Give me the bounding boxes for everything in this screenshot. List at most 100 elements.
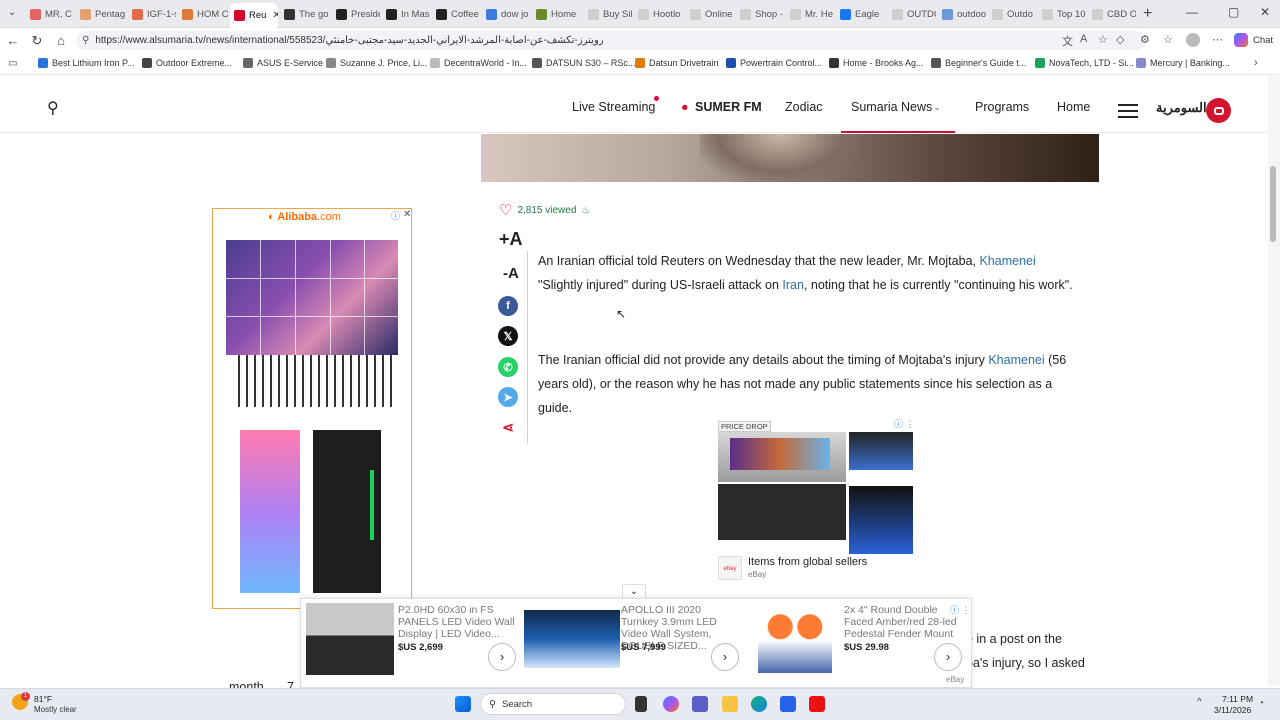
- notifications-icon[interactable]: ◇: [1116, 33, 1124, 46]
- heart-icon[interactable]: ♡: [499, 201, 512, 219]
- whatsapp-share-icon[interactable]: ✆: [498, 357, 518, 377]
- keyword-link-iran[interactable]: Iran: [782, 278, 804, 292]
- ad-item-image[interactable]: [306, 603, 394, 675]
- bookmark-item[interactable]: Mercury | Banking...: [1136, 58, 1230, 68]
- facebook-share-icon[interactable]: f: [498, 296, 518, 316]
- tab-0[interactable]: MR, C: [26, 4, 74, 24]
- bookmark-item[interactable]: Powertrain Control...: [726, 58, 822, 68]
- telegram-share-icon[interactable]: ➤: [498, 387, 518, 407]
- chevron-down-icon[interactable]: ⌄: [933, 102, 941, 113]
- tab-8[interactable]: Coffee: [432, 4, 480, 24]
- copilot-app-icon[interactable]: [663, 696, 679, 712]
- nav-live-streaming[interactable]: Live Streaming: [572, 100, 655, 114]
- file-explorer-icon[interactable]: [722, 696, 738, 712]
- ad-info-icon[interactable]: ⓘ: [391, 209, 400, 222]
- ad-product-image[interactable]: [849, 486, 913, 554]
- tab-9[interactable]: dow jo: [482, 4, 530, 24]
- ad-item-image[interactable]: [758, 607, 832, 673]
- bookmarks-menu-icon[interactable]: ▭: [8, 58, 17, 69]
- favorite-star-icon[interactable]: ☆: [1098, 33, 1108, 46]
- scrollbar-thumb[interactable]: [1270, 166, 1276, 242]
- ad-next-arrow-icon[interactable]: ›: [711, 643, 739, 671]
- bookmark-item[interactable]: ASUS E-Service: [243, 58, 323, 68]
- collapse-ad-chevron-icon[interactable]: ⌄: [622, 584, 646, 598]
- tab-2[interactable]: IGF-1-s: [128, 4, 176, 24]
- tab-4[interactable]: Reu ✕: [230, 3, 278, 28]
- chat-button[interactable]: Chat: [1253, 35, 1273, 46]
- youtube-icon[interactable]: [809, 696, 825, 712]
- ad-next-arrow-icon[interactable]: ›: [934, 643, 962, 671]
- site-info-icon[interactable]: ⚲: [82, 35, 89, 46]
- ad-item-image[interactable]: [524, 610, 620, 668]
- tab-5[interactable]: The go: [280, 4, 330, 24]
- nav-sumaria-news[interactable]: Sumaria News: [851, 100, 932, 114]
- ad-info-icon[interactable]: ⓘ ⋮: [950, 603, 971, 616]
- close-window-icon[interactable]: ✕: [1260, 5, 1270, 19]
- tab-15[interactable]: Mr. He: [786, 4, 834, 24]
- bookmark-item[interactable]: Suzanne J. Price, Li...: [326, 58, 428, 68]
- nav-programs[interactable]: Programs: [975, 100, 1029, 114]
- tab-12[interactable]: Hootlo: [634, 4, 684, 24]
- notification-bell-icon[interactable]: ◔: [1258, 698, 1264, 709]
- extensions-icon[interactable]: ⚙: [1140, 33, 1150, 46]
- taskbar-search[interactable]: ⚲ Search: [480, 693, 626, 715]
- tab-16[interactable]: Eagle: [836, 4, 886, 24]
- bookmark-item[interactable]: Best Lithium Iron P...: [38, 58, 134, 68]
- clock-time[interactable]: 7:11 PM: [1222, 694, 1253, 704]
- bookmark-item[interactable]: DATSUN S30 – RSc...: [532, 58, 635, 68]
- font-increase-button[interactable]: +A: [499, 229, 523, 250]
- start-icon[interactable]: [455, 696, 471, 712]
- ad-item-title[interactable]: P2.0HD 60x30 in FS PANELS LED Video Wall…: [398, 604, 516, 640]
- site-logo-text[interactable]: السومرية: [1156, 100, 1207, 116]
- reload-icon[interactable]: ↻: [29, 33, 45, 49]
- copilot-icon[interactable]: [1234, 33, 1248, 47]
- ad-next-arrow-icon[interactable]: ›: [488, 643, 516, 671]
- tab-close-icon[interactable]: ✕: [272, 10, 278, 21]
- weather-description[interactable]: Mostly clear: [34, 705, 77, 714]
- bookmark-item[interactable]: Outdoor Extreme...: [142, 58, 232, 68]
- nav-home[interactable]: Home: [1057, 100, 1090, 114]
- ad-product-image[interactable]: [718, 484, 846, 540]
- bookmark-item[interactable]: Home - Brooks Ag...: [829, 58, 924, 68]
- tab-1[interactable]: Pentag: [76, 4, 126, 24]
- alibaba-logo[interactable]: ◐ Alibaba.com: [268, 211, 341, 223]
- hamburger-menu-icon[interactable]: [1118, 104, 1138, 122]
- store-icon[interactable]: [780, 696, 796, 712]
- tab-11[interactable]: Buy Sil: [584, 4, 632, 24]
- font-decrease-button[interactable]: -A: [503, 265, 519, 282]
- keyword-link-khamenei[interactable]: Khamenei: [988, 353, 1044, 367]
- tab-list-chevron-icon[interactable]: ⌄: [8, 7, 16, 18]
- tab-3[interactable]: HOM C: [178, 4, 228, 24]
- home-icon[interactable]: ⌂: [53, 33, 69, 48]
- keyword-link-khamenei[interactable]: Khamenei: [979, 254, 1035, 268]
- tab-6[interactable]: Preside: [332, 4, 380, 24]
- tab-18[interactable]: outdoo: [938, 4, 986, 24]
- profile-avatar[interactable]: [1186, 33, 1200, 47]
- tab-7[interactable]: In Mass: [382, 4, 430, 24]
- ad-info-icon[interactable]: ⓘ ⋮: [894, 417, 915, 430]
- tab-20[interactable]: Top 10: [1038, 4, 1086, 24]
- restore-icon[interactable]: ▢: [1228, 5, 1239, 19]
- tab-17[interactable]: OUTDC: [888, 4, 936, 24]
- teams-icon[interactable]: [692, 696, 708, 712]
- tab-14[interactable]: Shop -: [736, 4, 784, 24]
- ad-title[interactable]: Items from global sellers: [748, 556, 867, 568]
- tab-13[interactable]: Online: [686, 4, 734, 24]
- read-aloud-icon[interactable]: A: [1080, 33, 1087, 45]
- new-tab-button[interactable]: +: [1143, 5, 1152, 23]
- tab-19[interactable]: Outdo: [988, 4, 1036, 24]
- address-bar[interactable]: ⚲ https://www.alsumaria.tv/news/internat…: [76, 31, 1146, 50]
- ad-product-image[interactable]: [849, 432, 913, 470]
- bookmarks-overflow-icon[interactable]: ›: [1254, 57, 1258, 69]
- search-icon[interactable]: ⚲: [47, 98, 59, 118]
- translate-icon[interactable]: 文: [1062, 33, 1073, 49]
- tab-10[interactable]: Home: [532, 4, 582, 24]
- back-icon[interactable]: ←: [5, 33, 21, 48]
- bookmark-item[interactable]: Datsun Drivetrain: [635, 58, 719, 68]
- x-share-icon[interactable]: 𝕏: [498, 326, 518, 346]
- share-icon[interactable]: ⋖: [498, 417, 518, 437]
- edge-icon[interactable]: [751, 696, 767, 712]
- bookmark-item[interactable]: DecentraWorld - In...: [430, 58, 527, 68]
- nav-sumer-fm[interactable]: SUMER FM: [695, 100, 762, 114]
- ad-close-icon[interactable]: ✕: [403, 209, 411, 220]
